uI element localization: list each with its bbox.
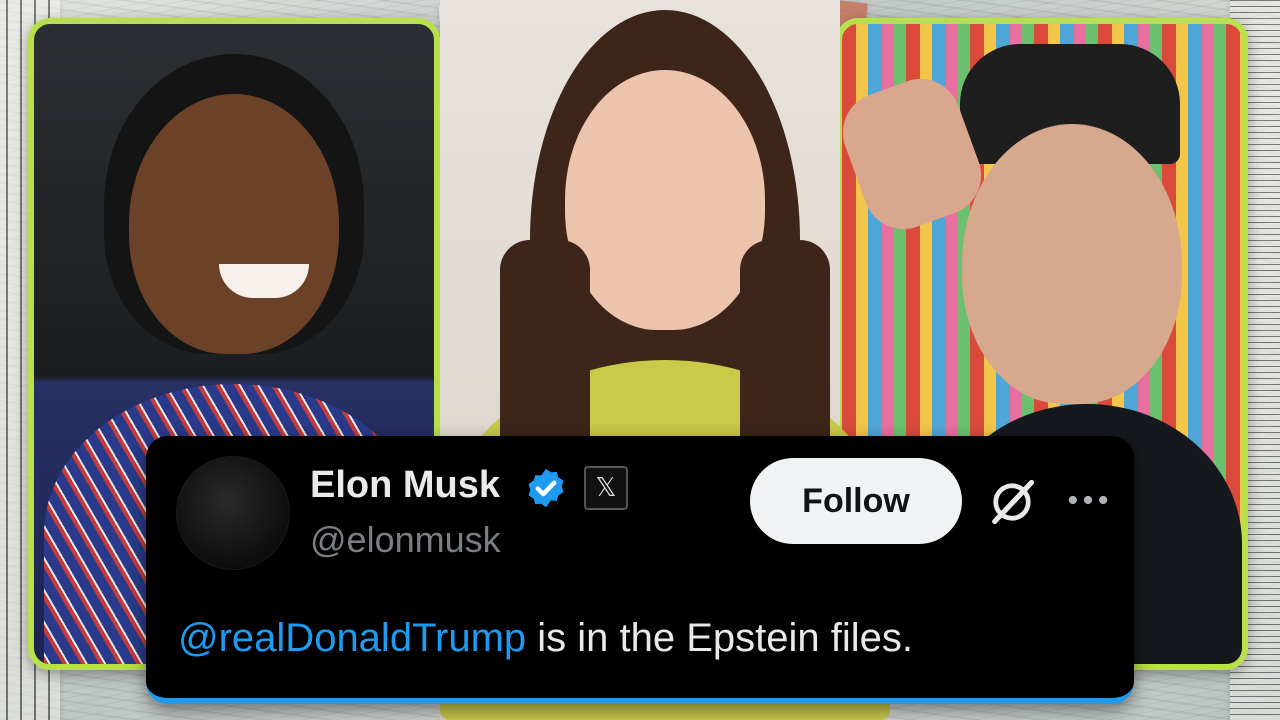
tweet-text: @realDonaldTrump is in the Epstein files… <box>178 614 1104 662</box>
mention-link[interactable]: @realDonaldTrump <box>178 616 526 660</box>
avatar[interactable] <box>176 456 290 570</box>
follow-button[interactable]: Follow <box>750 458 962 544</box>
grok-icon[interactable] <box>986 476 1038 528</box>
more-options-icon[interactable] <box>1062 474 1114 526</box>
tweet-card: Elon Musk 𝕏 @elonmusk Follow @realDonald… <box>146 436 1134 704</box>
user-handle[interactable]: @elonmusk <box>310 518 501 562</box>
x-logo-icon: 𝕏 <box>584 466 628 510</box>
display-name[interactable]: Elon Musk <box>310 462 500 508</box>
verified-badge-icon <box>528 468 564 508</box>
tweet-text-body: is in the Epstein files. <box>526 616 914 660</box>
